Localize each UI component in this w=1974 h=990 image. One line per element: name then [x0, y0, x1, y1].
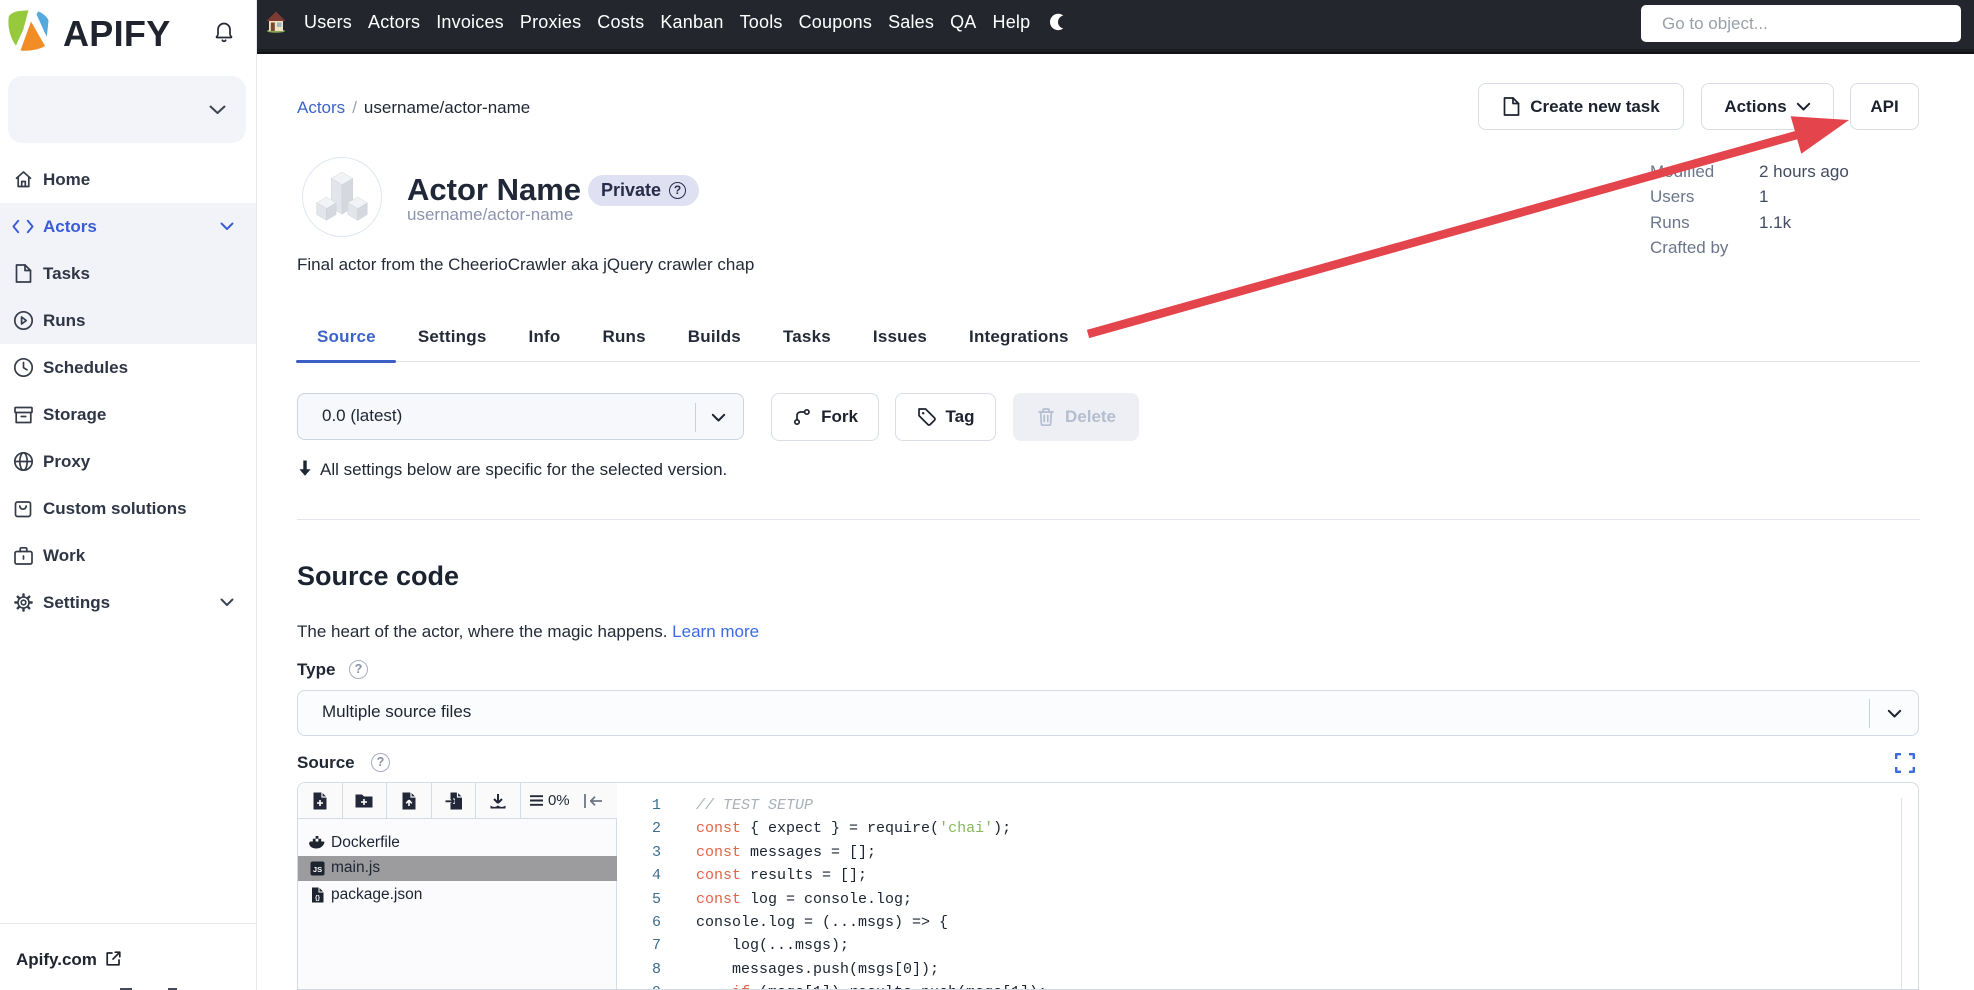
svg-text:{}: {} — [315, 894, 321, 901]
svg-text:JS: JS — [313, 865, 322, 874]
